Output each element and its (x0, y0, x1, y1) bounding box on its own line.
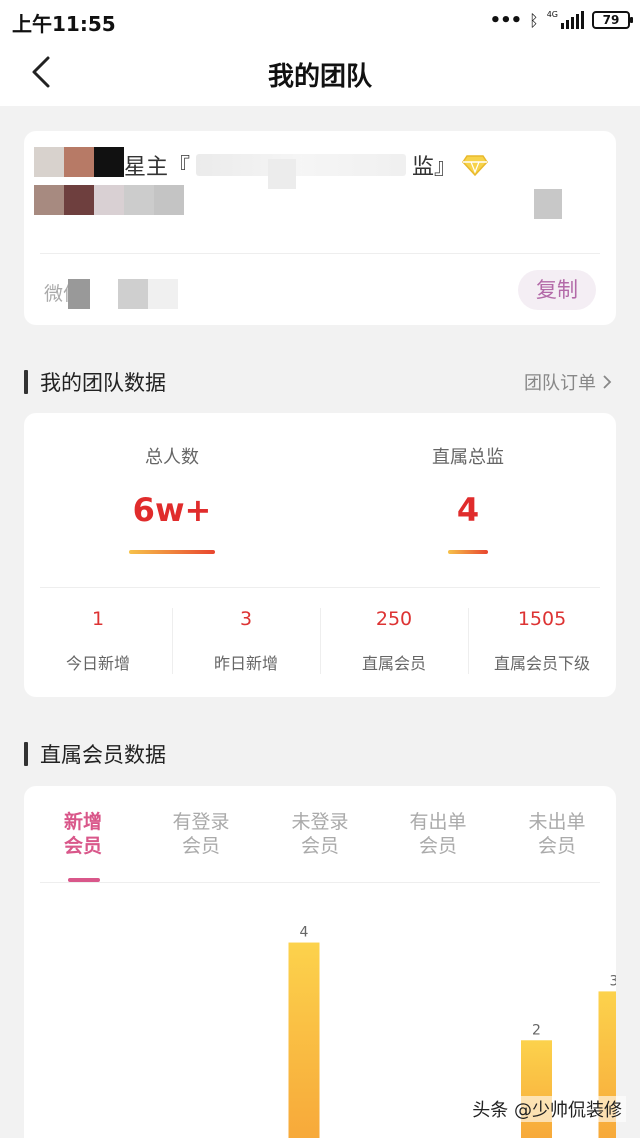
total-members-value: 6w+ (132, 491, 212, 529)
watermark: 头条 @少帅侃装修 (468, 1096, 626, 1122)
accent-underline (448, 550, 488, 554)
direct-directors-label: 直属总监 (432, 447, 504, 468)
profile-card: 星主『 监』 微信 复制 (24, 131, 616, 325)
nickname-suffix: 监』 (412, 155, 457, 180)
battery-icon: 79 (592, 11, 633, 29)
section-marker (24, 742, 28, 766)
stat-direct-members[interactable]: 250 直属会员 (320, 608, 468, 674)
stat-direct-members-sub[interactable]: 1505 直属会员下级 (468, 608, 616, 674)
blurred-wechat-id (68, 279, 90, 309)
top-nav: 我的团队 (0, 40, 640, 106)
diamond-icon (462, 155, 488, 176)
divider (40, 587, 600, 588)
team-data-card: 总人数 6w+ 直属总监 4 1 今日新增 3 昨日新增 250 直属会员 15… (24, 413, 616, 697)
stat-label: 直属会员 (361, 654, 426, 673)
member-section-header: 直属会员数据 (24, 740, 166, 768)
page-title: 我的团队 (267, 62, 372, 92)
blurred-wechat-id (148, 279, 178, 309)
nickname-blurred (196, 154, 407, 176)
blurred-info (534, 189, 562, 219)
stat-value: 1 (91, 608, 105, 630)
blurred-wechat-id (118, 279, 148, 309)
nickname: 星主『 监』 (124, 149, 488, 181)
status-time: 上午11:55 (12, 12, 116, 36)
stat-label: 今日新增 (65, 654, 130, 673)
team-order-link[interactable]: 团队订单 (524, 369, 612, 395)
nickname-prefix: 星主『 (124, 155, 191, 180)
more-dots-icon: ••• (489, 9, 523, 31)
section-marker (24, 370, 28, 394)
status-icons: ••• ᛒ 4G 79 (489, 8, 633, 32)
copy-button[interactable]: 复制 (518, 270, 596, 310)
total-members-label: 总人数 (145, 447, 199, 468)
network-type: 4G (546, 10, 558, 19)
new-members-bar-chart: 4 2 3 (288, 925, 616, 1138)
member-data-card: 新增 会员 有登录 会员 未登录 会员 有出单 会员 未出单 会员 423 (24, 786, 616, 1138)
total-members-block: 总人数 6w+ (24, 413, 320, 583)
direct-directors-value: 4 (456, 491, 480, 529)
team-section-title: 我的团队数据 (40, 371, 166, 395)
stat-yesterday-new[interactable]: 3 昨日新增 (172, 608, 320, 674)
member-section-title: 直属会员数据 (40, 743, 166, 767)
chart-data-label: 2 (532, 1022, 541, 1038)
stat-label: 昨日新增 (213, 654, 278, 673)
bluetooth-icon: ᛒ (529, 10, 539, 30)
stat-today-new[interactable]: 1 今日新增 (24, 608, 172, 674)
status-bar: 上午11:55 ••• ᛒ 4G 79 (0, 0, 640, 40)
chart-bar (288, 942, 320, 1138)
chart-data-label: 3 (610, 973, 616, 989)
blurred-info (268, 159, 296, 189)
stat-value: 3 (239, 608, 253, 630)
direct-directors-block: 直属总监 4 (320, 413, 616, 583)
team-order-label: 团队订单 (524, 373, 596, 394)
chart-data-label: 4 (300, 925, 309, 941)
signal-icon: 4G (547, 11, 584, 29)
stat-value: 1505 (517, 608, 567, 630)
chart-bar (521, 1040, 552, 1138)
stat-value: 250 (375, 608, 413, 630)
stat-label: 直属会员下级 (493, 654, 590, 673)
divider (40, 253, 600, 254)
accent-underline (129, 550, 215, 554)
team-section-header: 我的团队数据 (24, 368, 166, 396)
chevron-right-icon (603, 375, 612, 389)
